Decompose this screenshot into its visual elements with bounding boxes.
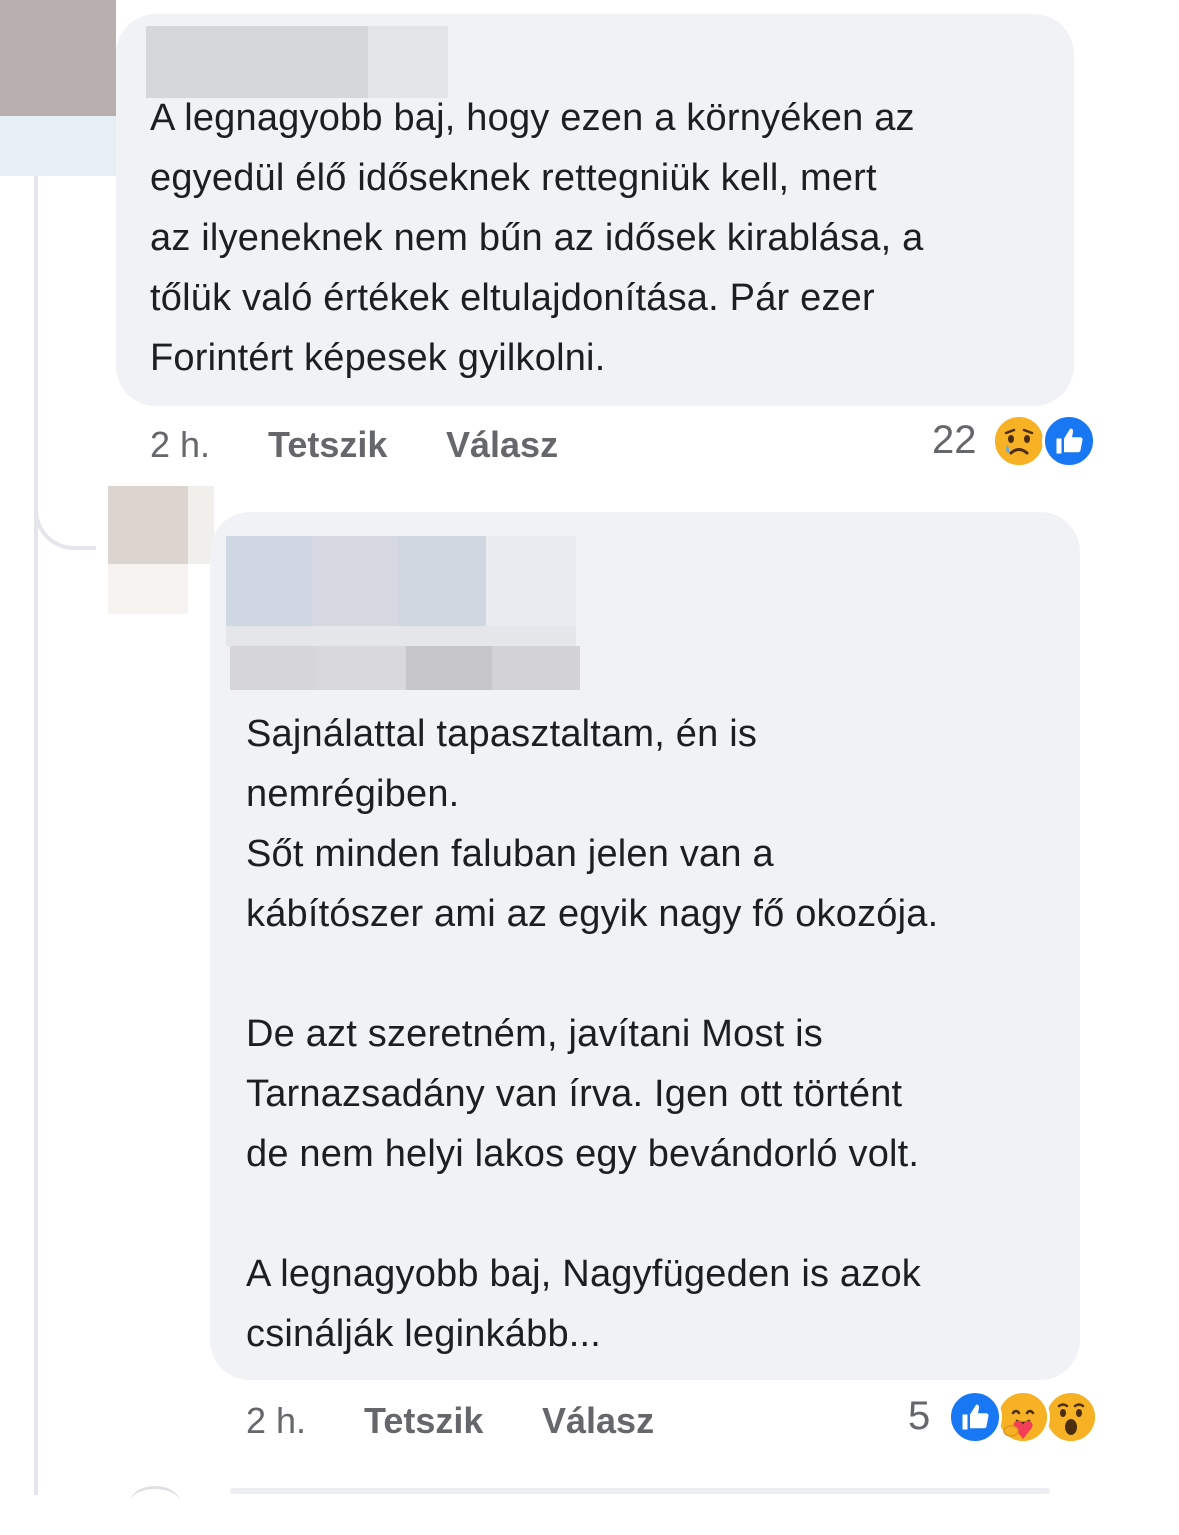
next-comment-fragment — [130, 1486, 180, 1519]
author-name-redacted[interactable] — [226, 536, 312, 626]
author-name-redacted-fragment — [312, 536, 398, 626]
avatar[interactable] — [0, 0, 116, 116]
author-name-redacted-fragment — [486, 536, 576, 626]
sad-reaction-icon[interactable] — [992, 414, 1046, 468]
author-name-redacted-fragment — [226, 626, 576, 646]
author-name-redacted-fragment — [398, 536, 486, 626]
comment-time[interactable]: 2 h. — [150, 424, 210, 466]
like-button[interactable]: Tetszik — [364, 1400, 483, 1442]
like-button[interactable]: Tetszik — [268, 424, 387, 466]
like-reaction-icon[interactable] — [1042, 414, 1096, 468]
comment-text: A legnagyobb baj, hogy ezen a környéken … — [150, 97, 924, 379]
thread-line — [34, 0, 38, 1495]
author-subtitle-redacted — [230, 646, 316, 690]
reply-button[interactable]: Válasz — [446, 424, 558, 466]
reply-avatar[interactable] — [108, 486, 188, 564]
care-reaction-icon[interactable] — [996, 1390, 1050, 1444]
wow-reaction-icon[interactable] — [1044, 1390, 1098, 1444]
reply-text: Sajnálattal tapasztaltam, én is nemrégib… — [246, 713, 939, 1355]
author-subtitle-redacted-fragment — [406, 646, 492, 690]
author-subtitle-redacted-fragment — [316, 646, 406, 690]
reaction-count[interactable]: 22 — [932, 418, 977, 463]
reply-button[interactable]: Válasz — [542, 1400, 654, 1442]
reply-connector — [34, 470, 96, 550]
avatar-lower-fragment — [0, 116, 116, 176]
reply-avatar-fragment — [108, 564, 188, 614]
reaction-count[interactable]: 5 — [908, 1394, 930, 1439]
reply-time[interactable]: 2 h. — [246, 1400, 306, 1442]
next-comment-fragment — [230, 1488, 1050, 1494]
like-reaction-icon[interactable] — [948, 1390, 1002, 1444]
author-subtitle-redacted-fragment — [492, 646, 580, 690]
